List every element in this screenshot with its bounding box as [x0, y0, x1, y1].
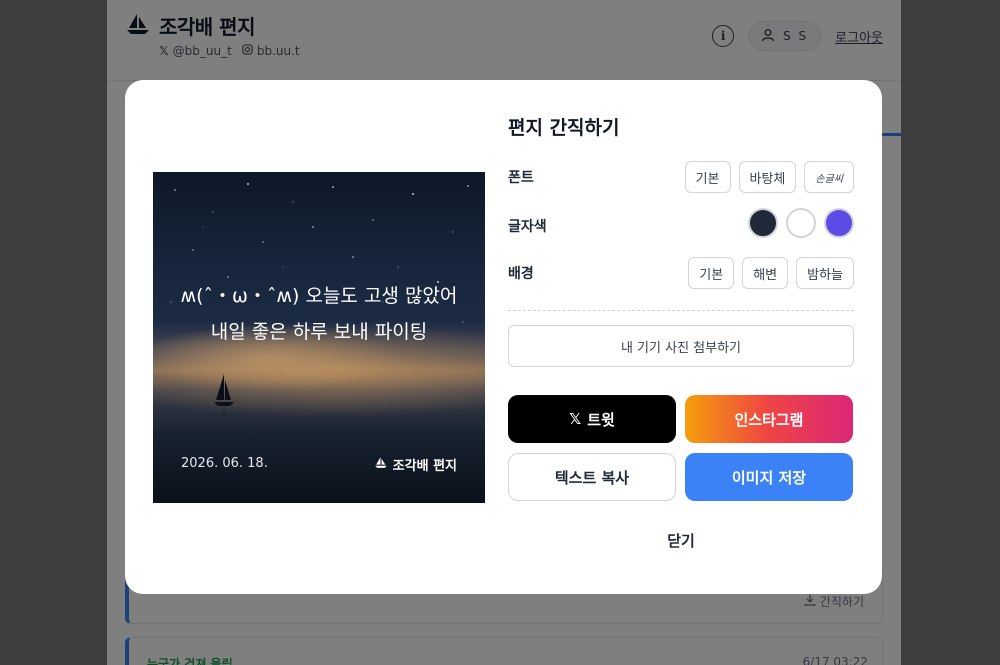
- letter-preview-image: ʍ(ˆ・ω・ˆʍ) 오늘도 고생 많았어 내일 좋은 하루 보내 파이팅 202…: [153, 172, 485, 503]
- background-option-default[interactable]: 기본: [688, 257, 735, 289]
- font-label: 폰트: [508, 170, 534, 186]
- tweet-button[interactable]: 𝕏 트윗: [508, 395, 676, 443]
- save-image-button[interactable]: 이미지 저장: [685, 453, 853, 501]
- font-option-default[interactable]: 기본: [684, 161, 731, 193]
- font-option-handwriting[interactable]: 손글씨: [804, 161, 854, 193]
- instagram-button[interactable]: 인스타그램: [685, 395, 853, 443]
- tweet-label: 트윗: [587, 410, 615, 429]
- x-logo-icon: 𝕏: [569, 410, 582, 428]
- options-panel: 편지 간직하기 폰트 기본 바탕체 손글씨 글자색 배경 기본 해변 밤하늘 내…: [508, 80, 854, 594]
- color-swatch-white[interactable]: [786, 208, 816, 238]
- background-options: 기본 해변 밤하늘: [688, 257, 854, 289]
- close-button[interactable]: 닫기: [508, 525, 854, 555]
- letter-brand-name: 조각배 편지: [392, 459, 457, 474]
- background-option-beach[interactable]: 해변: [742, 257, 789, 289]
- color-swatch-dark[interactable]: [748, 208, 778, 238]
- background-option-night-sky[interactable]: 밤하늘: [796, 257, 854, 289]
- color-swatch-purple[interactable]: [824, 208, 854, 238]
- copy-text-button[interactable]: 텍스트 복사: [508, 453, 676, 501]
- letter-message: ʍ(ˆ・ω・ˆʍ) 오늘도 고생 많았어 내일 좋은 하루 보내 파이팅: [180, 285, 458, 343]
- background-label: 배경: [508, 266, 534, 282]
- keep-letter-modal: ʍ(ˆ・ω・ˆʍ) 오늘도 고생 많았어 내일 좋은 하루 보내 파이팅 202…: [125, 80, 882, 594]
- font-option-batang[interactable]: 바탕체: [738, 161, 797, 193]
- modal-title: 편지 간직하기: [508, 117, 620, 139]
- divider: [508, 310, 854, 311]
- text-color-options: [748, 208, 854, 238]
- attach-photo-button[interactable]: 내 기기 사진 첨부하기: [508, 325, 854, 367]
- sailboat-silhouette: [214, 374, 234, 416]
- font-options: 기본 바탕체 손글씨: [684, 161, 854, 193]
- text-color-label: 글자색: [508, 219, 547, 235]
- sailboat-icon: [374, 456, 388, 473]
- letter-date: 2026. 06. 18.: [181, 456, 268, 471]
- letter-brand: 조각배 편지: [374, 455, 457, 474]
